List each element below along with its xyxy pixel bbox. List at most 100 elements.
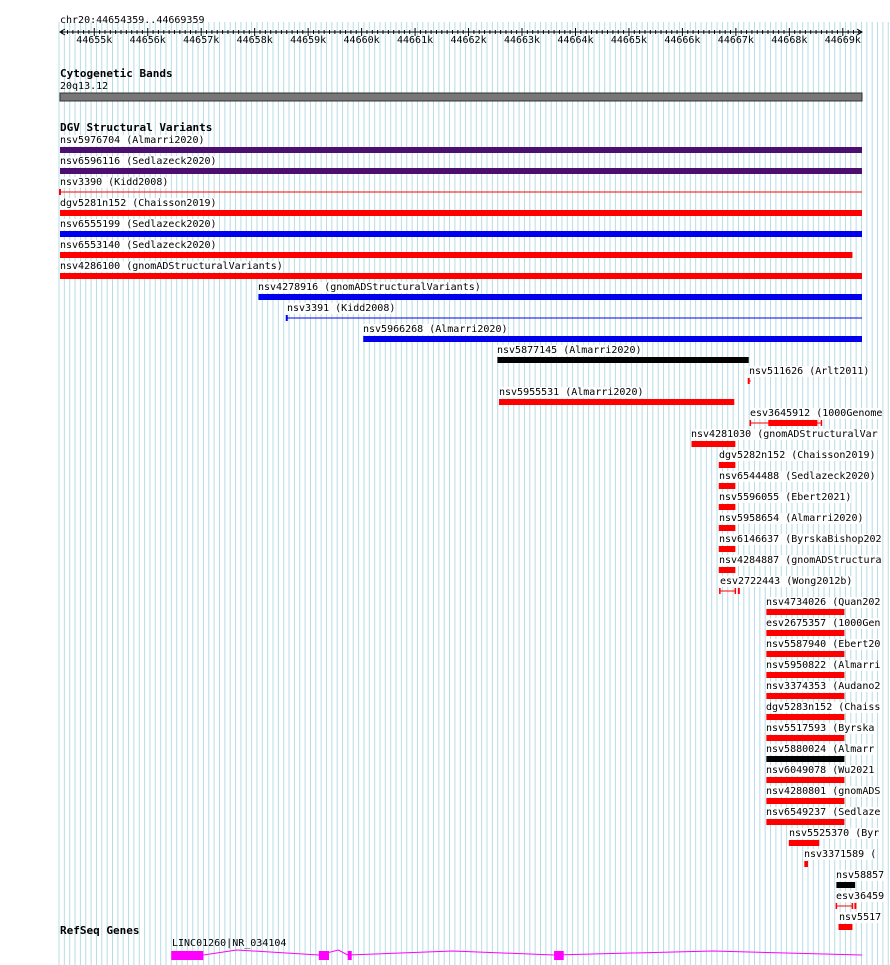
refseq-track <box>171 949 863 960</box>
sv-bar <box>718 546 736 552</box>
sv-bar <box>766 693 845 699</box>
sv-feature-label[interactable]: nsv5517593 (Byrska <box>766 723 875 734</box>
sv-feature-label[interactable]: nsv5596055 (Ebert2021) <box>719 492 852 503</box>
sv-feature-label[interactable]: nsv5955531 (Almarri2020) <box>499 387 644 398</box>
ruler-tick-label: 44663k <box>503 35 541 46</box>
cytoband-label: 20q13.12 <box>60 81 109 92</box>
sv-bar <box>788 840 820 846</box>
sv-feature-label[interactable]: nsv3391 (Kidd2008) <box>287 303 396 314</box>
sv-feature-label[interactable]: nsv4281030 (gnomADStructuralVar <box>691 429 878 440</box>
sv-feature-label[interactable]: nsv3374353 (Audano2 <box>766 681 881 692</box>
ruler-tick-label: 44661k <box>397 35 434 46</box>
sv-feature-label[interactable]: nsv5525370 (Byr <box>789 828 880 839</box>
sv-bar <box>766 735 845 741</box>
sv-bar <box>60 168 862 174</box>
sv-feature-label[interactable]: nsv5976704 (Almarri2020) <box>60 135 205 146</box>
gene-exon <box>347 951 352 960</box>
sv-feature-label[interactable]: nsv5958654 (Almarri2020) <box>719 513 864 524</box>
ruler-tick-label: 44660k <box>343 35 380 46</box>
ruler-tick-label: 44662k <box>450 35 487 46</box>
ruler-tick-label: 44657k <box>183 35 220 46</box>
sv-feature-label[interactable]: nsv58857 <box>836 870 885 881</box>
gene-intron-line <box>203 949 863 956</box>
sv-bar <box>258 294 862 300</box>
sv-bar <box>766 798 845 804</box>
sv-feature-label[interactable]: nsv5950822 (Almarri <box>766 660 881 671</box>
sv-bar <box>718 462 736 468</box>
sv-feature-label[interactable]: nsv6549237 (Sedlaze <box>766 807 881 818</box>
sv-feature-label[interactable]: esv3645912 (1000Genome <box>750 408 883 419</box>
ruler-tick-label: 44669k <box>824 35 861 46</box>
sv-feature-label[interactable]: nsv5517 <box>839 912 882 923</box>
sv-bar <box>60 231 862 237</box>
ruler-tick-label: 44668k <box>771 35 808 46</box>
sv-feature-label[interactable]: esv2722443 (Wong2012b) <box>720 576 853 587</box>
sv-bar <box>60 273 862 279</box>
sv-bracket-block <box>768 420 818 426</box>
sv-feature-label[interactable]: nsv6553140 (Sedlazeck2020) <box>60 240 217 251</box>
ruler-tick-label: 44655k <box>76 35 113 46</box>
sv-bar <box>766 630 845 636</box>
ruler-tick-label: 44664k <box>557 35 594 46</box>
sv-feature-label[interactable]: nsv6555199 (Sedlazeck2020) <box>60 219 217 230</box>
gene-exon <box>554 951 564 960</box>
dgv-track-title[interactable]: DGV Structural Variants <box>60 122 212 134</box>
sv-bar <box>60 252 853 258</box>
sv-bar <box>497 357 749 363</box>
sv-feature-label[interactable]: esv2675357 (1000Gen <box>766 618 881 629</box>
sv-feature-label[interactable]: nsv4278916 (gnomADStructuralVariants) <box>258 282 481 293</box>
gene-label[interactable]: LINC01260|NR_034104 <box>172 938 286 949</box>
sv-bar <box>691 441 736 447</box>
sv-feature-label[interactable]: nsv5877145 (Almarri2020) <box>497 345 642 356</box>
sv-bar <box>718 483 736 489</box>
ruler-tick-label: 44667k <box>717 35 754 46</box>
sv-bar <box>718 567 736 573</box>
sv-bar <box>718 504 736 510</box>
sv-feature-label[interactable]: dgv5281n152 (Chaisson2019) <box>60 198 217 209</box>
sv-bar <box>60 147 862 153</box>
sv-feature-label[interactable]: nsv3371589 ( <box>804 849 877 860</box>
sv-feature-label[interactable]: nsv5966268 (Almarri2020) <box>363 324 508 335</box>
cytoband-track-title[interactable]: Cytogenetic Bands <box>60 68 173 80</box>
locus-label: chr20:44654359..44669359 <box>60 15 205 26</box>
sv-bracket-block <box>854 903 857 909</box>
sv-feature-label[interactable]: nsv6544488 (Sedlazeck2020) <box>719 471 876 482</box>
sv-bar <box>766 609 845 615</box>
sv-feature-label[interactable]: nsv6596116 (Sedlazeck2020) <box>60 156 217 167</box>
sv-bar <box>499 399 735 405</box>
refseq-track-title[interactable]: RefSeq Genes <box>60 925 139 937</box>
gene-exon <box>171 951 204 960</box>
ruler-tick-label: 44659k <box>290 35 327 46</box>
ruler-tick-label: 44666k <box>664 35 701 46</box>
sv-bar <box>766 819 845 825</box>
cytoband-bar <box>59 92 863 102</box>
sv-bracket-block <box>737 588 740 594</box>
sv-bar <box>766 714 845 720</box>
sv-bar <box>363 336 862 342</box>
sv-feature-label[interactable]: dgv5283n152 (Chaiss <box>766 702 881 713</box>
sv-bar <box>766 777 845 783</box>
ruler-tick-label: 44656k <box>129 35 166 46</box>
sv-feature-label[interactable]: nsv5880024 (Almarr <box>766 744 875 755</box>
sv-feature-label[interactable]: nsv6049078 (Wu2021 <box>766 765 875 776</box>
sv-feature-label[interactable]: nsv4284887 (gnomADStructura <box>719 555 882 566</box>
ruler-tick-label: 44665k <box>610 35 647 46</box>
sv-bar <box>766 651 845 657</box>
sv-bar <box>766 756 845 762</box>
gene-exon <box>318 951 329 960</box>
sv-feature-label[interactable]: nsv4280801 (gnomADS <box>766 786 881 797</box>
ruler-tick-label: 44658k <box>236 35 273 46</box>
sv-bar <box>766 672 845 678</box>
sv-bar <box>804 861 809 867</box>
sv-feature-label[interactable]: nsv4286100 (gnomADStructuralVariants) <box>60 261 283 272</box>
sv-feature-label[interactable]: dgv5282n152 (Chaisson2019) <box>719 450 876 461</box>
sv-feature-label[interactable]: nsv4734026 (Quan202 <box>766 597 881 608</box>
sv-feature-label[interactable]: nsv511626 (Arlt2011) <box>749 366 870 377</box>
sv-bar <box>838 924 853 930</box>
sv-bar <box>60 210 862 216</box>
sv-feature-label[interactable]: nsv3390 (Kidd2008) <box>60 177 169 188</box>
sv-feature-label[interactable]: nsv5587940 (Ebert20 <box>766 639 881 650</box>
cytoband-track <box>59 92 863 102</box>
sv-feature-label[interactable]: esv36459 <box>836 891 885 902</box>
sv-feature-label[interactable]: nsv6146637 (ByrskaBishop202 <box>719 534 882 545</box>
